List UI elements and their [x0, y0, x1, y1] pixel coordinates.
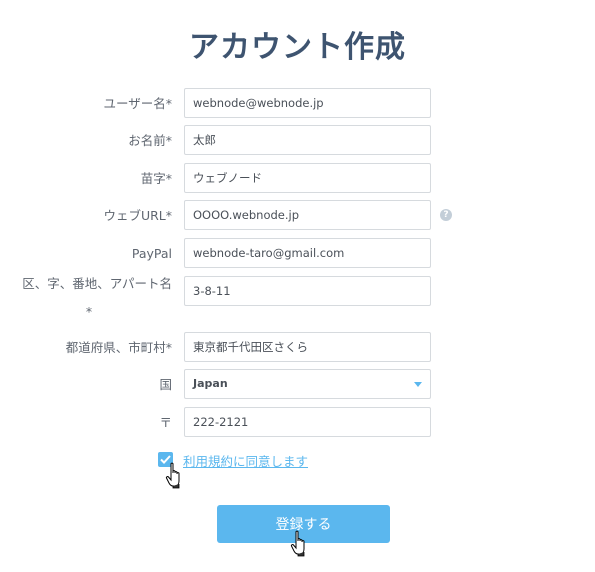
chevron-down-icon[interactable] [414, 382, 422, 387]
last-name-input[interactable] [184, 163, 431, 193]
zip-label: 〒 [159, 415, 172, 430]
zip-row: 〒 [0, 407, 595, 439]
address-row: 区、字、番地、アパート名 * [0, 276, 595, 319]
username-label: ユーザー名* [103, 96, 172, 111]
hand-cursor-icon [290, 530, 305, 557]
page-title: アカウント作成 [189, 30, 406, 65]
city-label: 都道府県、市町村* [65, 340, 172, 355]
city-row: 都道府県、市町村* [0, 332, 595, 364]
first-name-input[interactable] [184, 125, 431, 155]
last-name-label: 苗字* [140, 171, 172, 186]
username-input[interactable] [184, 88, 431, 118]
web-url-label: ウェブURL* [103, 208, 172, 223]
username-row: ユーザー名* [0, 88, 595, 120]
first-name-label: お名前* [128, 133, 172, 148]
address-label: 区、字、番地、アパート名 [22, 276, 172, 291]
help-icon[interactable]: ? [440, 209, 452, 221]
first-name-row: お名前* [0, 125, 595, 157]
last-name-row: 苗字* [0, 163, 595, 195]
paypal-label: PayPal [131, 246, 172, 261]
paypal-input[interactable] [184, 238, 431, 268]
country-select[interactable]: Japan [184, 369, 431, 399]
web-url-row: ウェブURL* ? [0, 200, 595, 232]
terms-link[interactable]: 利用規約に同意します [183, 451, 308, 470]
city-input[interactable] [184, 332, 431, 362]
address-required-mark: * [85, 304, 93, 319]
paypal-row: PayPal [0, 238, 595, 270]
address-input[interactable] [184, 276, 431, 306]
hand-cursor-icon [165, 462, 180, 489]
web-url-input[interactable] [184, 200, 431, 230]
country-label: 国 [159, 377, 172, 392]
country-row: 国 Japan [0, 369, 595, 401]
zip-input[interactable] [184, 407, 431, 437]
